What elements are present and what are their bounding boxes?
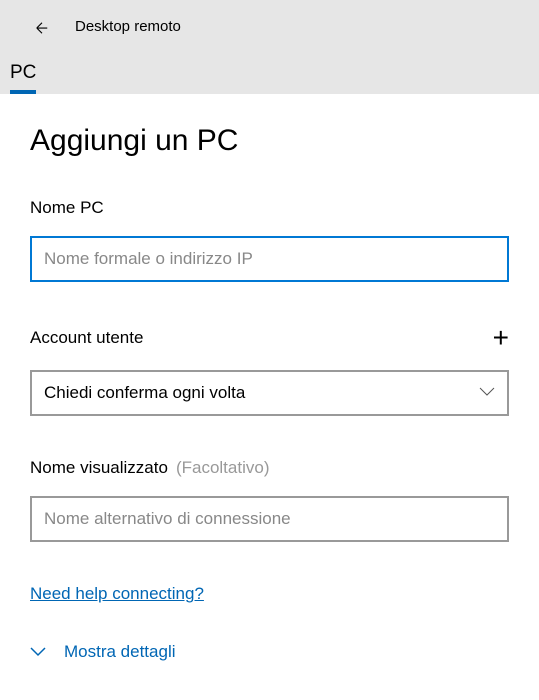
app-title: Desktop remoto bbox=[75, 18, 181, 35]
chevron-down-icon bbox=[30, 642, 46, 662]
pc-name-input[interactable] bbox=[30, 236, 509, 282]
user-account-select[interactable]: Chiedi conferma ogni volta bbox=[30, 370, 509, 416]
back-button[interactable] bbox=[30, 18, 54, 42]
show-details-label: Mostra dettagli bbox=[64, 642, 176, 662]
add-account-button[interactable]: + bbox=[493, 324, 509, 352]
display-name-label: Nome visualizzato bbox=[30, 458, 168, 478]
user-account-label: Account utente bbox=[30, 328, 143, 348]
display-name-input[interactable] bbox=[30, 496, 509, 542]
back-arrow-icon bbox=[33, 19, 51, 42]
tab-pc[interactable]: PC bbox=[10, 62, 36, 94]
help-link[interactable]: Need help connecting? bbox=[30, 584, 204, 604]
show-details-toggle[interactable]: Mostra dettagli bbox=[30, 642, 509, 662]
page-title: Aggiungi un PC bbox=[30, 124, 509, 158]
user-account-selected: Chiedi conferma ogni volta bbox=[44, 383, 245, 403]
pc-name-label: Nome PC bbox=[30, 198, 509, 218]
optional-text: (Facoltativo) bbox=[176, 458, 270, 478]
